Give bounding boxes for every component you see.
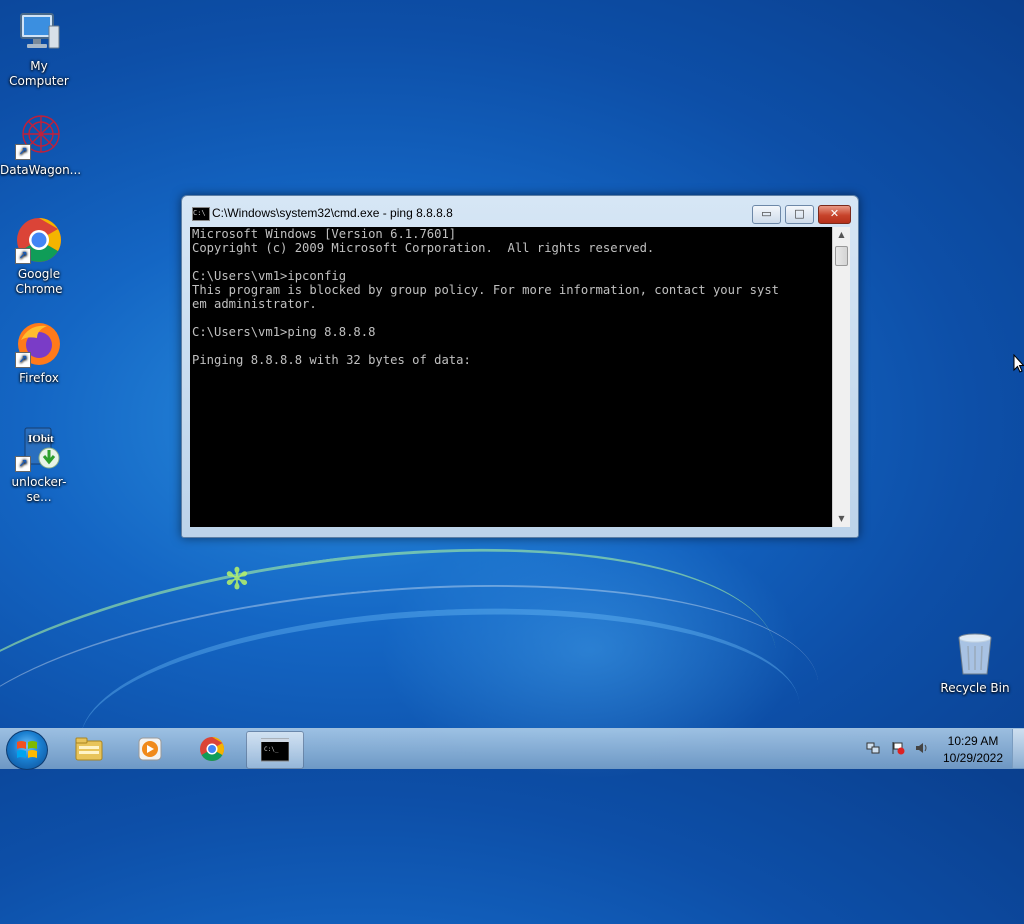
cmd-window[interactable]: C:\ C:\Windows\system32\cmd.exe - ping 8…	[181, 195, 859, 538]
explorer-icon	[75, 737, 103, 761]
desktop-icon-recycle-bin[interactable]: Recycle Bin	[936, 630, 1014, 696]
scrollbar-thumb[interactable]	[835, 246, 848, 266]
taskbar-chrome-button[interactable]	[184, 731, 240, 767]
media-player-icon	[138, 737, 162, 761]
windows-logo-icon	[17, 741, 37, 758]
chrome-icon	[200, 737, 225, 762]
svg-text:C:\_: C:\_	[264, 746, 279, 753]
console-line: C:\Users\vm1>ipconfig	[192, 269, 347, 283]
shortcut-arrow-icon: ↗	[15, 248, 31, 264]
iobit-unlocker-icon: IObit ↗	[15, 424, 63, 472]
desktop-icon-firefox[interactable]: ↗ Firefox	[0, 320, 78, 386]
shortcut-arrow-icon: ↗	[15, 352, 31, 368]
console-line: Copyright (c) 2009 Microsoft Corporation…	[192, 241, 655, 255]
desktop-icon-datawagon[interactable]: ↗ DataWagon...	[0, 112, 82, 178]
chrome-icon: ↗	[15, 216, 63, 264]
datawagon-icon: ↗	[15, 112, 63, 160]
desktop-icon-unlocker[interactable]: IObit ↗ unlocker-se...	[0, 424, 78, 505]
console-line: This program is blocked by group policy.…	[192, 283, 779, 297]
scroll-up-arrow-icon[interactable]: ▲	[833, 227, 850, 243]
taskbar-media-player-button[interactable]	[122, 731, 178, 767]
action-center-flag-icon[interactable]	[891, 741, 905, 755]
svg-text:IObit: IObit	[28, 433, 54, 445]
taskbar-clock[interactable]: 10:29 AM 10/29/2022	[934, 733, 1012, 767]
taskbar-explorer-button[interactable]	[61, 731, 117, 767]
desktop-icon-label: DataWagon...	[0, 163, 82, 177]
window-titlebar[interactable]: C:\ C:\Windows\system32\cmd.exe - ping 8…	[182, 196, 858, 226]
cmd-icon: C:\_	[261, 738, 289, 762]
desktop-icon-label: My Computer	[9, 59, 69, 88]
taskbar-cmd-button[interactable]: C:\_	[246, 731, 304, 769]
computer-icon	[15, 8, 63, 56]
close-button[interactable]: ✕	[818, 205, 851, 224]
desktop-icon-label: Recycle Bin	[940, 681, 1010, 695]
recycle-bin-icon	[951, 630, 999, 678]
console-line: C:\Users\vm1>ping 8.8.8.8	[192, 325, 376, 339]
window-title: C:\Windows\system32\cmd.exe - ping 8.8.8…	[212, 206, 453, 220]
console-line: Microsoft Windows [Version 6.1.7601]	[192, 227, 457, 241]
shortcut-arrow-icon: ↗	[15, 456, 31, 472]
mouse-cursor-icon	[1013, 354, 1024, 373]
shortcut-arrow-icon: ↗	[15, 144, 31, 160]
console-line	[190, 255, 832, 269]
clock-time: 10:29 AM	[947, 734, 999, 748]
firefox-icon: ↗	[15, 320, 63, 368]
scroll-down-arrow-icon[interactable]: ▼	[833, 511, 850, 527]
maximize-button[interactable]: □	[785, 205, 814, 224]
volume-icon[interactable]	[915, 741, 929, 755]
vertical-scrollbar[interactable]: ▲ ▼	[832, 227, 850, 527]
network-icon[interactable]	[866, 741, 880, 755]
cmd-icon: C:\	[192, 207, 210, 221]
wallpaper-leaf-icon: ✻	[224, 562, 250, 597]
console-output[interactable]: Microsoft Windows [Version 6.1.7601] Cop…	[190, 227, 832, 527]
desktop-icon-my-computer[interactable]: My Computer	[0, 8, 78, 89]
minimize-button[interactable]: ▭	[752, 205, 781, 224]
desktop-icon-label: Firefox	[19, 371, 59, 385]
console-line: Pinging 8.8.8.8 with 32 bytes of data:	[192, 353, 471, 367]
desktop-icon-google-chrome[interactable]: ↗ Google Chrome	[0, 216, 78, 297]
desktop-icon-label: unlocker-se...	[11, 475, 67, 504]
console-line: em administrator.	[192, 297, 317, 311]
desktop-icon-label: Google Chrome	[15, 267, 63, 296]
show-desktop-button[interactable]	[1012, 729, 1024, 768]
start-button[interactable]	[6, 730, 48, 770]
console-line	[190, 339, 832, 353]
console-line	[190, 311, 832, 325]
clock-date: 10/29/2022	[942, 751, 1004, 765]
